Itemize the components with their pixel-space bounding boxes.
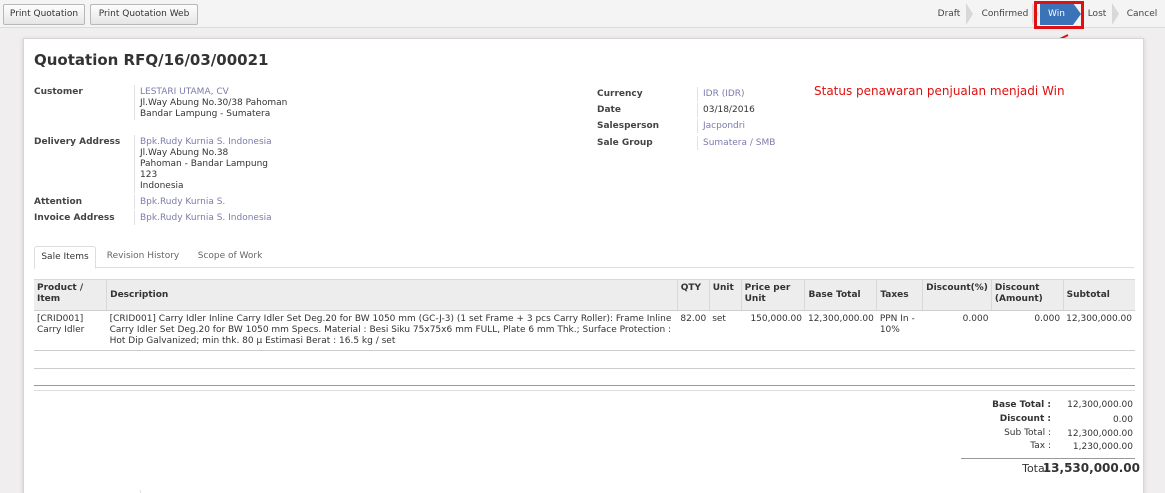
page-title: Quotation RFQ/16/03/00021 [34, 51, 269, 69]
tax-value: 1,230,000.00 [1072, 442, 1133, 452]
delivery-address-label: Delivery Address [34, 137, 121, 147]
base-total-value: 12,300,000.00 [1067, 400, 1133, 410]
column-header-unit[interactable]: Unit [708, 279, 742, 311]
delivery-address-line: Pahoman - Bandar Lampung [140, 159, 269, 169]
status-confirmed[interactable]: Confirmed [976, 3, 1034, 25]
cell-unit: set [709, 310, 742, 351]
column-header-base-total[interactable]: Base Total [804, 279, 877, 311]
attention-label: Attention [34, 197, 83, 207]
discount-label: Discount : [999, 414, 1051, 424]
quotation-form: Quotation RFQ/16/03/00021 Customer LESTA… [23, 38, 1144, 493]
delivery-address-line: 123 [140, 170, 158, 180]
delivery-address-link[interactable]: Bpk.Rudy Kurnia S. Indonesia [140, 137, 272, 148]
cell-discount-pct: 0.000 [922, 310, 992, 351]
attention-link[interactable]: Bpk.Rudy Kurnia S. [140, 197, 225, 208]
date-value: 03/18/2016 [703, 105, 755, 115]
currency-link[interactable]: IDR (IDR) [703, 89, 745, 100]
cell-base-total: 12,300,000.00 [804, 310, 877, 351]
status-draft[interactable]: Draft [930, 3, 968, 25]
cell-description: [CRID001] Carry Idler Inline Carry Idler… [106, 310, 678, 351]
status-lost[interactable]: Lost [1084, 3, 1110, 25]
field-divider [697, 119, 698, 133]
toolbar: Print Quotation Print Quotation Web Draf… [0, 0, 1165, 28]
date-label: Date [597, 105, 621, 115]
delivery-address-line: Indonesia [140, 181, 184, 191]
invoice-address-label: Invoice Address [34, 213, 115, 223]
field-divider [697, 103, 698, 117]
customer-address-line: Bandar Lampung - Sumatera [140, 109, 271, 119]
cell-product: [CRID001] Carry Idler [34, 310, 107, 351]
delivery-address-line: Jl.Way Abung No.38 [140, 148, 229, 158]
sub-total-label: Sub Total : [1004, 428, 1051, 438]
tab-scope-of-work[interactable]: Scope of Work [190, 246, 270, 268]
field-divider [697, 87, 698, 101]
tab-revision-history[interactable]: Revision History [100, 246, 186, 268]
sale-group-link[interactable]: Sumatera / SMB [703, 138, 775, 149]
customer-label: Customer [34, 87, 83, 97]
field-divider [134, 135, 135, 193]
field-divider [697, 136, 698, 150]
field-divider [134, 211, 135, 225]
status-separator [1112, 3, 1119, 25]
status-cancel[interactable]: Cancel [1124, 3, 1160, 25]
cell-subtotal: 12,300,000.00 [1063, 310, 1135, 351]
salesperson-link[interactable]: Jacpondri [703, 121, 745, 132]
sub-total-value: 12,300,000.00 [1067, 429, 1133, 439]
tab-sale-items[interactable]: Sale Items [34, 246, 96, 269]
tab-bar: Sale Items Revision History Scope of Wor… [34, 246, 1134, 269]
column-header-discount-amount[interactable]: Discount (Amount) [990, 279, 1064, 311]
field-divider [134, 195, 135, 209]
currency-label: Currency [597, 89, 643, 99]
table-row[interactable]: [CRID001] Carry Idler [CRID001] Carry Id… [34, 310, 1135, 351]
tax-label: Tax : [1030, 441, 1051, 451]
print-quotation-web-button[interactable]: Print Quotation Web [90, 4, 198, 25]
column-header-qty[interactable]: QTY [676, 279, 710, 311]
table-bottom-divider [34, 390, 1135, 391]
status-separator [966, 3, 973, 25]
customer-address-line: Jl.Way Abung No.30/38 Pahoman [140, 98, 288, 108]
table-header-row: Product / Item Description QTY Unit Pric… [34, 279, 1135, 311]
column-header-product[interactable]: Product / Item [34, 279, 107, 311]
sale-items-table: Product / Item Description QTY Unit Pric… [34, 279, 1135, 351]
cell-discount-amount: 0.000 [991, 310, 1064, 351]
column-header-discount-pct[interactable]: Discount(%) [922, 279, 992, 311]
print-quotation-button[interactable]: Print Quotation [3, 4, 85, 25]
sale-group-label: Sale Group [597, 138, 653, 148]
column-header-price[interactable]: Price per Unit [740, 279, 805, 311]
column-header-description[interactable]: Description [106, 279, 678, 311]
discount-value: 0.00 [1112, 415, 1133, 425]
salesperson-label: Salesperson [597, 121, 660, 131]
cell-taxes: PPN In - 10% [876, 310, 923, 351]
table-footer-divider [34, 368, 1135, 369]
cell-qty: 82.00 [677, 310, 710, 351]
column-header-subtotal[interactable]: Subtotal [1062, 279, 1135, 311]
field-divider [134, 85, 135, 120]
column-header-taxes[interactable]: Taxes [876, 279, 923, 311]
invoice-address-link[interactable]: Bpk.Rudy Kurnia S. Indonesia [140, 213, 272, 224]
total-value: 13,530,000.00 [1042, 461, 1140, 475]
annotation-text: Status penawaran penjualan menjadi Win [814, 84, 1065, 98]
base-total-label: Base Total : [992, 400, 1051, 410]
cell-price: 150,000.00 [741, 310, 805, 351]
table-bottom-divider [34, 385, 1135, 386]
total-divider [961, 458, 1135, 459]
customer-link[interactable]: LESTARI UTAMA, CV [140, 87, 229, 98]
